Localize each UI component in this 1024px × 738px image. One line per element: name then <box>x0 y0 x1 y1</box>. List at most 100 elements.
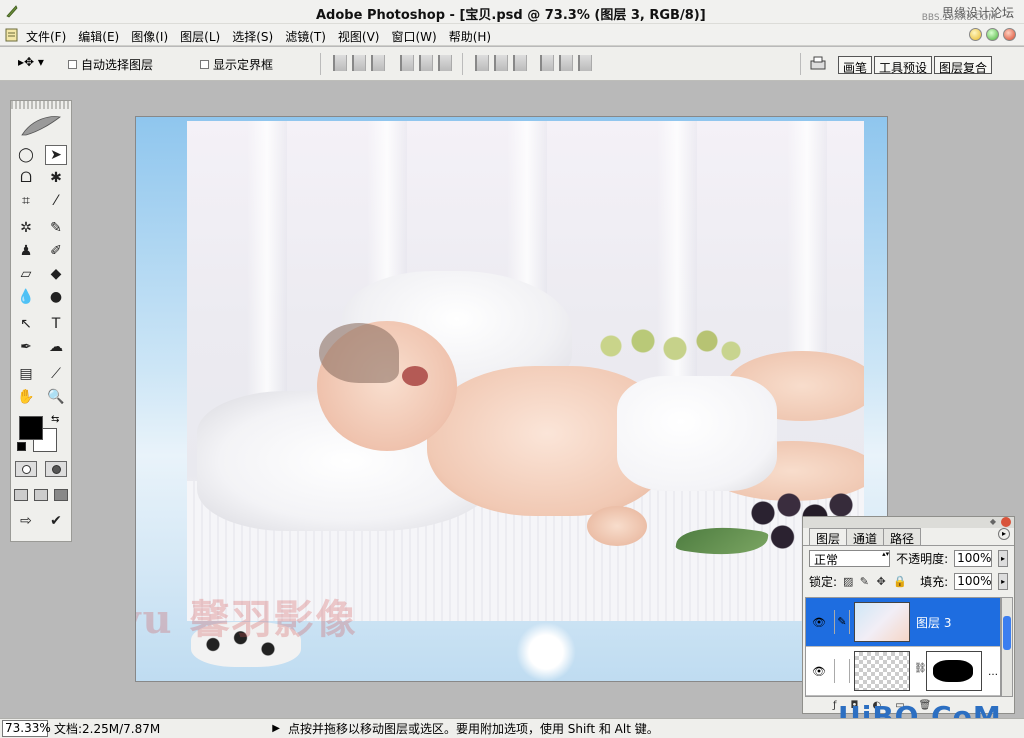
layer-link-slot[interactable] <box>834 659 850 683</box>
panel-close-icon[interactable] <box>1001 517 1011 527</box>
dodge-tool-icon[interactable]: ● <box>45 287 67 307</box>
fill-input[interactable]: 100% <box>954 572 993 590</box>
swap-colors-icon[interactable]: ⇆ <box>51 414 59 425</box>
move-tool-preset-picker[interactable]: ▸✥ ▾ <box>18 55 54 73</box>
scrollbar-thumb[interactable] <box>1003 616 1011 650</box>
panel-title-strip[interactable]: ◆ <box>803 517 1014 528</box>
marquee-tool-icon[interactable]: ◯ <box>15 145 37 165</box>
slice-tool-icon[interactable]: ⁄ <box>45 191 67 211</box>
blur-tool-icon[interactable]: 💧 <box>15 287 37 307</box>
document-size-info[interactable]: 文档:2.25M/7.87M <box>54 720 160 737</box>
document-icon[interactable] <box>4 27 20 43</box>
visibility-eye-icon[interactable]: 👁 <box>812 616 826 629</box>
panel-menu-icon[interactable]: ▸ <box>998 528 1010 540</box>
fill-slider-arrow-icon[interactable]: ▸ <box>998 572 1008 590</box>
distribute-vertical-center-icon[interactable] <box>494 55 508 71</box>
standard-screen-mode-icon[interactable] <box>14 489 28 501</box>
layer-mask-thumbnail[interactable] <box>926 651 982 691</box>
menu-edit[interactable]: 编辑(E) <box>78 28 119 45</box>
standard-mode-button[interactable] <box>15 461 37 477</box>
menu-help[interactable]: 帮助(H) <box>449 28 491 45</box>
align-horizontal-center-icon[interactable] <box>419 55 433 71</box>
align-bottom-icon[interactable] <box>371 55 385 71</box>
palette-tab-brushes[interactable]: 画笔 <box>838 56 873 75</box>
auto-select-layer-checkbox[interactable]: 自动选择图层 <box>68 56 153 73</box>
distribute-top-icon[interactable] <box>475 55 489 71</box>
history-brush-tool-icon[interactable]: ✐ <box>45 241 67 261</box>
panel-collapse-icon[interactable]: ◆ <box>990 517 996 526</box>
menu-window[interactable]: 窗口(W) <box>391 28 436 45</box>
layer-name[interactable]: 图层 3 <box>916 614 951 631</box>
crop-tool-icon[interactable]: ⌗ <box>15 191 37 211</box>
hand-tool-icon[interactable]: ✋ <box>15 387 37 407</box>
layer-row[interactable]: 👁 ⛓ … <box>806 647 1000 696</box>
jump-to-imageready-icon[interactable]: ⇨ <box>15 511 37 531</box>
menu-select[interactable]: 选择(S) <box>232 28 273 45</box>
close-button[interactable] <box>1003 28 1016 41</box>
distribute-right-icon[interactable] <box>578 55 592 71</box>
maximize-button[interactable] <box>986 28 999 41</box>
opacity-input[interactable]: 100% <box>954 549 993 567</box>
mask-link-icon[interactable]: ⛓ <box>914 663 927 674</box>
visibility-eye-icon[interactable]: 👁 <box>812 665 826 678</box>
adobe-online-icon[interactable] <box>11 109 71 143</box>
layer-row[interactable]: 👁 ✎ 图层 3 <box>806 598 1000 647</box>
zoom-level-input[interactable]: 73.33% <box>2 720 51 737</box>
type-tool-icon[interactable]: T <box>45 314 67 334</box>
status-menu-arrow-icon[interactable]: ▶ <box>272 723 280 734</box>
layer-list-scrollbar[interactable] <box>1001 597 1013 697</box>
zoom-tool-icon[interactable]: 🔍 <box>45 387 67 407</box>
tab-paths[interactable]: 路径 <box>883 528 922 546</box>
paint-bucket-tool-icon[interactable]: ◆ <box>45 264 67 284</box>
distribute-bottom-icon[interactable] <box>513 55 527 71</box>
menu-view[interactable]: 视图(V) <box>338 28 380 45</box>
distribute-left-icon[interactable] <box>540 55 554 71</box>
default-colors-icon[interactable] <box>17 442 26 451</box>
show-bounding-box-checkbox[interactable]: 显示定界框 <box>200 56 273 73</box>
palette-tab-layer-comps[interactable]: 图层复合 <box>934 56 993 75</box>
opacity-slider-arrow-icon[interactable]: ▸ <box>998 549 1008 567</box>
full-screen-menu-mode-icon[interactable] <box>34 489 48 501</box>
edit-in-imageready-icon[interactable]: ✔ <box>45 511 67 531</box>
foreground-color-swatch[interactable] <box>19 416 43 440</box>
document-canvas[interactable]: Xinyu 馨羽影像 <box>135 116 888 682</box>
add-layer-style-icon[interactable]: ƒ <box>833 700 837 711</box>
lock-pixels-icon[interactable]: ✎ <box>860 576 871 587</box>
custom-shape-tool-icon[interactable]: ☁ <box>45 337 67 357</box>
quick-mask-mode-button[interactable] <box>45 461 67 477</box>
layer-thumbnail <box>854 602 910 642</box>
align-vertical-center-icon[interactable] <box>352 55 366 71</box>
file-browser-icon[interactable] <box>808 55 828 73</box>
checkbox-icon <box>200 60 209 69</box>
toolbox-grip[interactable] <box>11 101 71 109</box>
path-selection-tool-icon[interactable]: ↖ <box>15 314 37 334</box>
full-screen-mode-icon[interactable] <box>54 489 68 501</box>
lasso-tool-icon[interactable]: ᗝ <box>15 168 37 188</box>
pen-tool-icon[interactable]: ✒ <box>15 337 37 357</box>
minimize-button[interactable] <box>969 28 982 41</box>
blend-mode-select[interactable]: 正常 <box>809 549 891 567</box>
palette-tab-tool-presets[interactable]: 工具预设 <box>874 56 933 75</box>
menu-file[interactable]: 文件(F) <box>26 28 66 45</box>
lock-transparency-icon[interactable]: ▨ <box>843 576 854 587</box>
align-top-icon[interactable] <box>333 55 347 71</box>
healing-brush-tool-icon[interactable]: ✲ <box>15 218 37 238</box>
clone-stamp-tool-icon[interactable]: ♟ <box>15 241 37 261</box>
brush-tool-icon[interactable]: ✎ <box>45 218 67 238</box>
notes-tool-icon[interactable]: ▤ <box>15 364 37 384</box>
tab-channels[interactable]: 通道 <box>846 528 885 546</box>
menu-layer[interactable]: 图层(L) <box>180 28 220 45</box>
eraser-tool-icon[interactable]: ▱ <box>15 264 37 284</box>
lock-all-icon[interactable]: 🔒 <box>893 576 907 587</box>
move-tool-icon[interactable]: ➤ <box>45 144 67 165</box>
magic-wand-tool-icon[interactable]: ✱ <box>45 168 67 188</box>
menu-image[interactable]: 图像(I) <box>131 28 168 45</box>
distribute-horizontal-center-icon[interactable] <box>559 55 573 71</box>
lock-position-icon[interactable]: ✥ <box>876 576 887 587</box>
eyedropper-tool-icon[interactable]: ⟋ <box>45 364 67 384</box>
baby-hand <box>587 506 647 546</box>
tab-layers[interactable]: 图层 <box>809 528 848 546</box>
align-left-icon[interactable] <box>400 55 414 71</box>
menu-filter[interactable]: 滤镜(T) <box>285 28 326 45</box>
align-right-icon[interactable] <box>438 55 452 71</box>
